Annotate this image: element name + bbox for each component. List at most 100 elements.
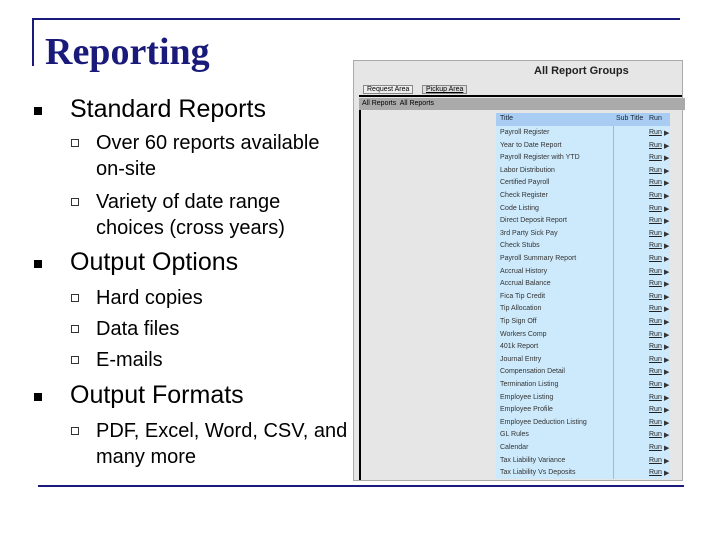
run-link[interactable]: Run xyxy=(649,205,662,212)
run-link[interactable]: Run xyxy=(649,469,662,476)
section-item: Data files xyxy=(96,318,180,340)
run-link[interactable]: Run xyxy=(649,217,662,224)
tab-request-area[interactable]: Request Area xyxy=(363,85,414,94)
bullet-square-icon xyxy=(34,107,42,115)
sub-bullet-icon xyxy=(71,356,79,364)
run-link[interactable]: Run xyxy=(649,394,662,401)
col-run: Run xyxy=(649,115,662,122)
run-link[interactable]: Run xyxy=(649,431,662,438)
run-link[interactable]: Run xyxy=(649,179,662,186)
play-arrow-icon[interactable]: ▶ xyxy=(664,129,669,137)
run-link[interactable]: Run xyxy=(649,419,662,426)
play-arrow-icon[interactable]: ▶ xyxy=(664,280,669,288)
run-link[interactable]: Run xyxy=(649,230,662,237)
run-link[interactable]: Run xyxy=(649,167,662,174)
report-screenshot: All Report Groups Request Area Pickup Ar… xyxy=(353,60,685,481)
tab-underline xyxy=(359,95,682,97)
play-arrow-icon[interactable]: ▶ xyxy=(664,293,669,301)
table-row: Year to Date Report Run ▶ xyxy=(496,140,670,153)
play-arrow-icon[interactable]: ▶ xyxy=(664,205,669,213)
report-title: Check Stubs xyxy=(500,242,540,250)
play-arrow-icon[interactable]: ▶ xyxy=(664,431,669,439)
section-heading: Output Formats xyxy=(70,381,244,409)
table-row: Journal Entry Run ▶ xyxy=(496,354,670,367)
report-title: Tip Allocation xyxy=(500,305,542,313)
play-arrow-icon[interactable]: ▶ xyxy=(664,167,669,175)
run-link[interactable]: Run xyxy=(649,318,662,325)
play-arrow-icon[interactable]: ▶ xyxy=(664,305,669,313)
play-arrow-icon[interactable]: ▶ xyxy=(664,419,669,427)
section-item: E-mails xyxy=(96,349,163,371)
run-link[interactable]: Run xyxy=(649,457,662,464)
table-row: Check Stubs Run ▶ xyxy=(496,240,670,253)
play-arrow-icon[interactable]: ▶ xyxy=(664,154,669,162)
sub-bullet-icon xyxy=(71,325,79,333)
play-arrow-icon[interactable]: ▶ xyxy=(664,192,669,200)
play-arrow-icon[interactable]: ▶ xyxy=(664,331,669,339)
play-arrow-icon[interactable]: ▶ xyxy=(664,368,669,376)
play-arrow-icon[interactable]: ▶ xyxy=(664,142,669,150)
table-row: 401k Report Run ▶ xyxy=(496,341,670,354)
run-link[interactable]: Run xyxy=(649,305,662,312)
table-row: Labor Distribution Run ▶ xyxy=(496,165,670,178)
tab-pickup-area[interactable]: Pickup Area xyxy=(422,85,468,94)
play-arrow-icon[interactable]: ▶ xyxy=(664,457,669,465)
run-link[interactable]: Run xyxy=(649,381,662,388)
table-row: GL Rules Run ▶ xyxy=(496,429,670,442)
play-arrow-icon[interactable]: ▶ xyxy=(664,242,669,250)
play-arrow-icon[interactable]: ▶ xyxy=(664,444,669,452)
report-title: Calendar xyxy=(500,444,529,451)
play-arrow-icon[interactable]: ▶ xyxy=(664,255,669,263)
frame-line-bottom xyxy=(38,485,684,487)
run-link[interactable]: Run xyxy=(649,255,662,262)
run-link[interactable]: Run xyxy=(649,406,662,413)
table-row: Check Register Run ▶ xyxy=(496,190,670,203)
run-link[interactable]: Run xyxy=(649,142,662,149)
table-row: Payroll Register with YTD Run ▶ xyxy=(496,152,670,165)
run-link[interactable]: Run xyxy=(649,192,662,199)
report-title: Accrual History xyxy=(500,267,548,275)
report-title: Accrual Balance xyxy=(500,280,551,288)
play-arrow-icon[interactable]: ▶ xyxy=(664,230,669,238)
play-arrow-icon[interactable]: ▶ xyxy=(664,217,669,225)
run-link[interactable]: Run xyxy=(649,444,662,451)
report-title: 3rd Party Sick Pay xyxy=(500,229,558,237)
report-title: Payroll Register with YTD xyxy=(500,154,580,162)
run-link[interactable]: Run xyxy=(649,331,662,338)
report-title: Payroll Register xyxy=(500,129,550,136)
report-title: Payroll Summary Report xyxy=(500,255,577,262)
run-link[interactable]: Run xyxy=(649,343,662,350)
col-title: Title xyxy=(500,115,513,122)
play-arrow-icon[interactable]: ▶ xyxy=(664,179,669,187)
report-title: Tip Sign Off xyxy=(500,318,537,325)
play-arrow-icon[interactable]: ▶ xyxy=(664,356,669,364)
run-link[interactable]: Run xyxy=(649,154,662,161)
play-arrow-icon[interactable]: ▶ xyxy=(664,381,669,389)
run-link[interactable]: Run xyxy=(649,293,662,300)
run-link[interactable]: Run xyxy=(649,356,662,363)
sub-bullet-icon xyxy=(71,427,79,435)
section-item: Hard copies xyxy=(96,287,203,309)
play-arrow-icon[interactable]: ▶ xyxy=(664,469,669,477)
table-row: Employee Deduction Listing Run ▶ xyxy=(496,417,670,430)
play-arrow-icon[interactable]: ▶ xyxy=(664,318,669,326)
run-link[interactable]: Run xyxy=(649,129,662,136)
table-row: Calendar Run ▶ xyxy=(496,442,670,455)
report-title: Journal Entry xyxy=(500,355,542,363)
play-arrow-icon[interactable]: ▶ xyxy=(664,406,669,414)
run-link[interactable]: Run xyxy=(649,368,662,375)
run-link[interactable]: Run xyxy=(649,242,662,249)
run-link[interactable]: Run xyxy=(649,268,662,275)
report-title: Workers Comp xyxy=(500,330,547,338)
table-row: Employee Profile Run ▶ xyxy=(496,404,670,417)
play-arrow-icon[interactable]: ▶ xyxy=(664,343,669,351)
bullet-square-icon xyxy=(34,260,42,268)
run-link[interactable]: Run xyxy=(649,280,662,287)
breadcrumb: All Reports All Reports xyxy=(359,98,685,110)
play-arrow-icon[interactable]: ▶ xyxy=(664,268,669,276)
table-row: Fica Tip Credit Run ▶ xyxy=(496,291,670,304)
frame-line-left xyxy=(32,18,34,66)
report-title: Termination Listing xyxy=(500,381,559,388)
table-row: Code Listing Run ▶ xyxy=(496,203,670,216)
play-arrow-icon[interactable]: ▶ xyxy=(664,394,669,402)
